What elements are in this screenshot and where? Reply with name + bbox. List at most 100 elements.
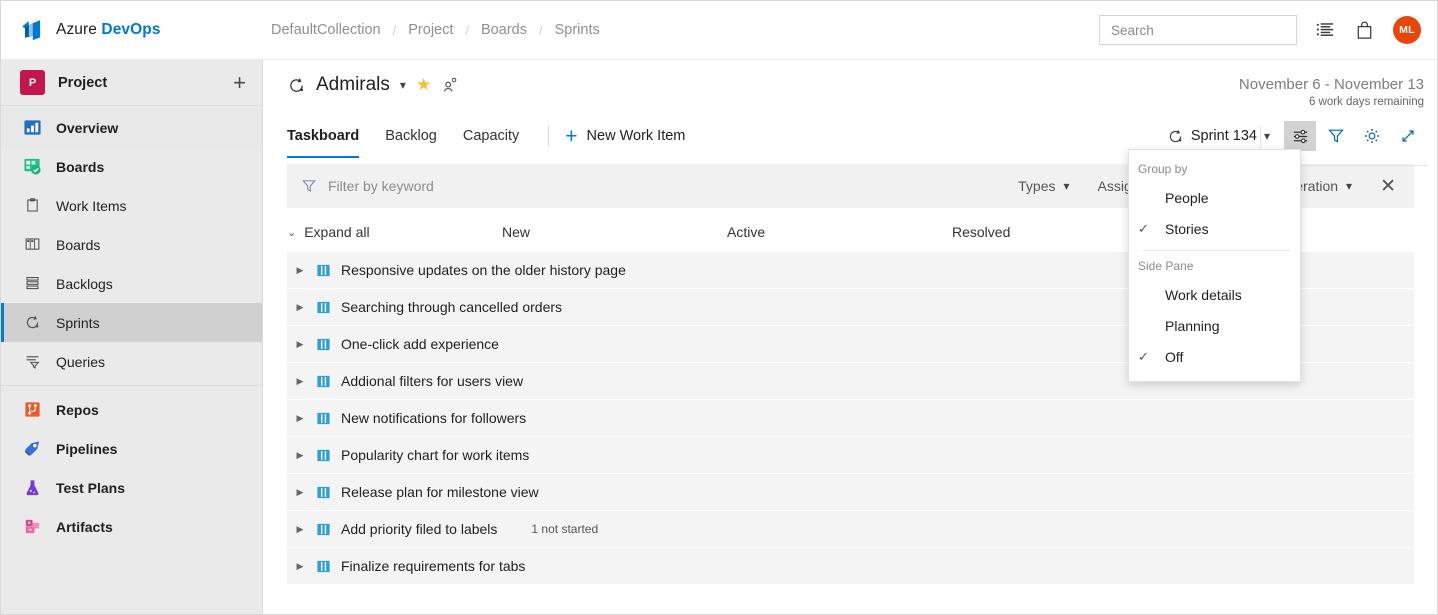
menu-section-group-by-label: Group by [1129,158,1300,182]
repos-icon [23,400,42,419]
sidebar-item-artifacts[interactable]: Artifacts [1,507,262,546]
close-icon[interactable]: ✕ [1366,177,1404,196]
sidebar-item-work-items[interactable]: Work Items [1,186,262,225]
azure-devops-window: Azure DevOps DefaultCollection / Project… [0,0,1438,615]
top-bar-actions: ML [1099,15,1438,45]
search-input[interactable] [1111,23,1288,38]
expand-triangle-icon[interactable]: ▶ [294,561,306,572]
row-status-badge: 1 not started [531,522,598,536]
star-icon[interactable]: ★ [416,75,431,95]
tab-capacity[interactable]: Capacity [450,114,532,158]
expand-triangle-icon[interactable]: ▶ [294,524,306,535]
team-members-icon[interactable] [441,76,459,94]
boards-hub-icon [23,157,42,176]
menu-item-people[interactable]: People [1129,182,1300,213]
filter-label: Types [1018,178,1055,194]
menu-item-label: Planning [1165,318,1220,334]
project-header[interactable]: P Project + [1,60,262,106]
row-title: Finalize requirements for tabs [341,558,525,574]
expand-triangle-icon[interactable]: ▶ [294,450,306,461]
search-box[interactable] [1099,15,1297,45]
sprint-icon [1167,128,1184,145]
expand-triangle-icon[interactable]: ▶ [294,413,306,424]
row-title: One-click add experience [341,336,499,352]
menu-item-stories[interactable]: ✓ Stories [1129,213,1300,244]
row-title: Popularity chart for work items [341,447,529,463]
filter-keyword-input[interactable] [328,178,648,194]
sidebar-item-label: Artifacts [56,519,113,535]
sidebar-item-boards[interactable]: Boards [1,225,262,264]
new-item-plus-icon[interactable]: + [233,72,246,94]
artifacts-icon [23,517,42,536]
team-selector[interactable]: Admirals ▾ ★ [287,74,459,96]
sidebar-item-label: Boards [56,159,104,175]
work-items-icon [23,196,42,215]
menu-item-off[interactable]: ✓ Off [1129,341,1300,372]
sidebar-item-test-plans[interactable]: Test Plans [1,468,262,507]
gear-icon[interactable] [1356,121,1388,151]
expand-triangle-icon[interactable]: ▶ [294,302,306,313]
backlog-list-icon[interactable] [1315,20,1336,41]
breadcrumb-separator: / [393,23,397,38]
column-header-active: Active [727,224,952,240]
sidebar-item-queries[interactable]: Queries [1,342,262,381]
sidebar-item-label: Repos [56,402,99,418]
row-title: Release plan for milestone view [341,484,539,500]
table-row[interactable]: ▶ Add priority filed to labels 1 not start… [287,511,1414,548]
sprint-days-remaining: 6 work days remaining [1239,96,1424,108]
chevron-down-icon: ▾ [1346,179,1352,193]
user-story-icon [316,263,331,278]
sidebar-item-label: Queries [56,354,105,370]
tab-backlog[interactable]: Backlog [372,114,450,158]
sidebar-item-label: Overview [56,120,118,136]
breadcrumb-item-sprints[interactable]: Sprints [555,22,600,38]
chevron-down-icon: ▾ [1264,129,1270,143]
table-row[interactable]: ▶ New notifications for followers [287,400,1414,437]
new-work-item-label: New Work Item [587,128,686,144]
sidebar-item-sprints[interactable]: Sprints [1,303,262,342]
expand-triangle-icon[interactable]: ▶ [294,265,306,276]
filter-funnel-icon[interactable] [1320,121,1352,151]
sidebar-item-boards-hub[interactable]: Boards [1,147,262,186]
organization-home-link[interactable]: Azure DevOps [1,1,263,59]
sidebar-item-label: Test Plans [56,480,125,496]
user-story-icon [316,411,331,426]
sidebar-item-label: Pipelines [56,441,117,457]
queries-icon [23,352,42,371]
expand-triangle-icon[interactable]: ▶ [294,376,306,387]
breadcrumb-item-boards[interactable]: Boards [481,22,527,38]
menu-item-label: Stories [1165,221,1209,237]
breadcrumb-item-project[interactable]: Project [408,22,453,38]
sidebar-item-pipelines[interactable]: Pipelines [1,429,262,468]
marketplace-bag-icon[interactable] [1354,20,1375,41]
checkmark-icon: ✓ [1138,221,1165,237]
filter-types-dropdown[interactable]: Types ▾ [1004,171,1083,201]
tab-taskboard[interactable]: Taskboard [287,114,372,158]
view-options-icon[interactable] [1284,121,1316,151]
sprint-picker[interactable]: Sprint 134 ▾ [1157,120,1280,152]
menu-item-work-details[interactable]: Work details [1129,279,1300,310]
expand-all-button[interactable]: ⌄ Expand all [287,224,502,240]
expand-triangle-icon[interactable]: ▶ [294,339,306,350]
sidebar-item-repos[interactable]: Repos [1,390,262,429]
table-row[interactable]: ▶ Popularity chart for work items [287,437,1414,474]
user-avatar[interactable]: ML [1393,16,1421,44]
table-row[interactable]: ▶ Release plan for milestone view [287,474,1414,511]
sidebar-item-label: Work Items [56,198,127,214]
row-title: New notifications for followers [341,410,526,426]
keyword-filter[interactable] [301,178,648,194]
chevron-down-icon: ▾ [1063,179,1069,193]
expand-triangle-icon[interactable]: ▶ [294,487,306,498]
chevron-down-icon[interactable]: ▾ [400,78,406,92]
row-title: Add priority filed to labels [341,521,497,537]
new-work-item-button[interactable]: + New Work Item [565,126,685,147]
breadcrumb-item-collection[interactable]: DefaultCollection [271,22,381,38]
menu-item-planning[interactable]: Planning [1129,310,1300,341]
table-row[interactable]: ▶ Finalize requirements for tabs [287,548,1414,585]
fullscreen-expand-icon[interactable] [1392,121,1424,151]
user-story-icon [316,448,331,463]
sidebar-item-label: Boards [56,237,100,253]
sidebar-item-backlogs[interactable]: Backlogs [1,264,262,303]
breadcrumb-separator: / [465,23,469,38]
sidebar-item-overview[interactable]: Overview [1,108,262,147]
